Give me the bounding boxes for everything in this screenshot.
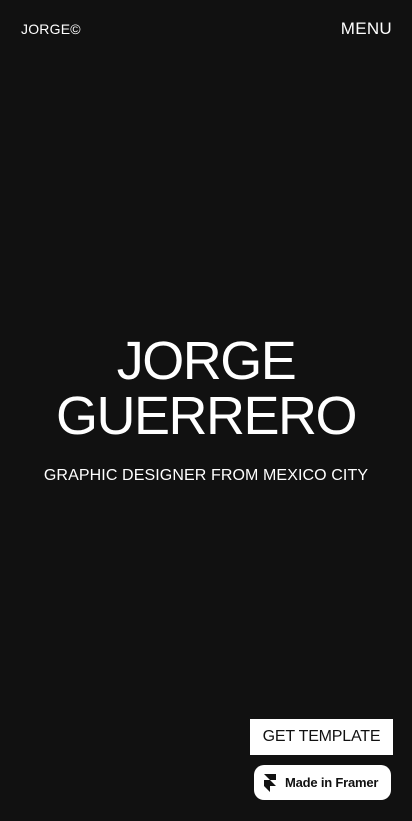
menu-button[interactable]: MENU (341, 19, 392, 39)
hero-subtitle: GRAPHIC DESIGNER FROM MEXICO CITY (43, 467, 369, 484)
made-in-framer-badge[interactable]: Made in Framer (254, 765, 391, 800)
hero-section: JORGE GUERRERO GRAPHIC DESIGNER FROM MEX… (0, 334, 412, 486)
hero-title-first-name: JORGE (116, 331, 297, 391)
framer-logo-icon (264, 773, 276, 792)
hero-title-last-name: GUERRERO (55, 386, 358, 446)
site-logo[interactable]: JORGE© (21, 20, 81, 38)
hero-title: JORGE GUERRERO (0, 334, 412, 444)
made-in-framer-label: Made in Framer (285, 774, 379, 790)
get-template-button[interactable]: GET TEMPLATE (250, 719, 393, 755)
